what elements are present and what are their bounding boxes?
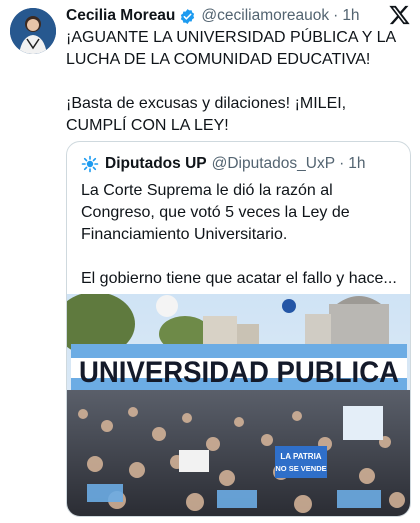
- sign-text-2: NO SE VENDE: [275, 464, 326, 473]
- quoted-timestamp: 1h: [348, 155, 366, 172]
- separator-dot: ·: [339, 155, 345, 172]
- separator-dot: ·: [333, 7, 339, 24]
- author-name[interactable]: Cecilia Moreau: [66, 7, 175, 25]
- quoted-tweet-header: Diputados UP @Diputados_UxP · 1h: [81, 153, 365, 175]
- tweet-text: ¡AGUANTE LA UNIVERSIDAD PÚBLICA Y LA LUC…: [66, 27, 411, 137]
- author-handle[interactable]: @ceciliamoreauok: [201, 7, 329, 25]
- tweet-line-1: ¡AGUANTE LA UNIVERSIDAD PÚBLICA Y LA LUC…: [66, 29, 396, 68]
- banner-text: UNIVERSIDAD PUBLICA: [79, 356, 399, 389]
- quoted-author-avatar: [81, 155, 99, 173]
- verified-badge-icon: [179, 8, 196, 25]
- tweet-header: Cecilia Moreau @ceciliamoreauok · 1h: [66, 5, 360, 27]
- quoted-para-1: La Corte Suprema le dió la razón al Cong…: [81, 182, 350, 243]
- x-logo-icon[interactable]: [388, 4, 410, 26]
- quoted-para-2: El gobierno tiene que acatar el fallo y …: [81, 270, 397, 287]
- quoted-author-handle: @Diputados_UxP: [211, 155, 336, 172]
- tweet-line-2: ¡Basta de excusas y dilaciones! ¡MILEI, …: [66, 95, 347, 134]
- author-avatar[interactable]: [10, 8, 56, 54]
- quoted-tweet[interactable]: Diputados UP @Diputados_UxP · 1h La Cort…: [66, 141, 411, 517]
- tweet-timestamp[interactable]: 1h: [342, 7, 359, 25]
- quoted-tweet-photo[interactable]: UNIVERSIDAD PUBLICA LA PATRIA NO SE VEND…: [67, 294, 410, 516]
- quoted-tweet-text: La Corte Suprema le dió la razón al Cong…: [81, 180, 403, 290]
- quoted-author-name: Diputados UP: [105, 155, 207, 172]
- sign-text-1: LA PATRIA: [280, 452, 321, 461]
